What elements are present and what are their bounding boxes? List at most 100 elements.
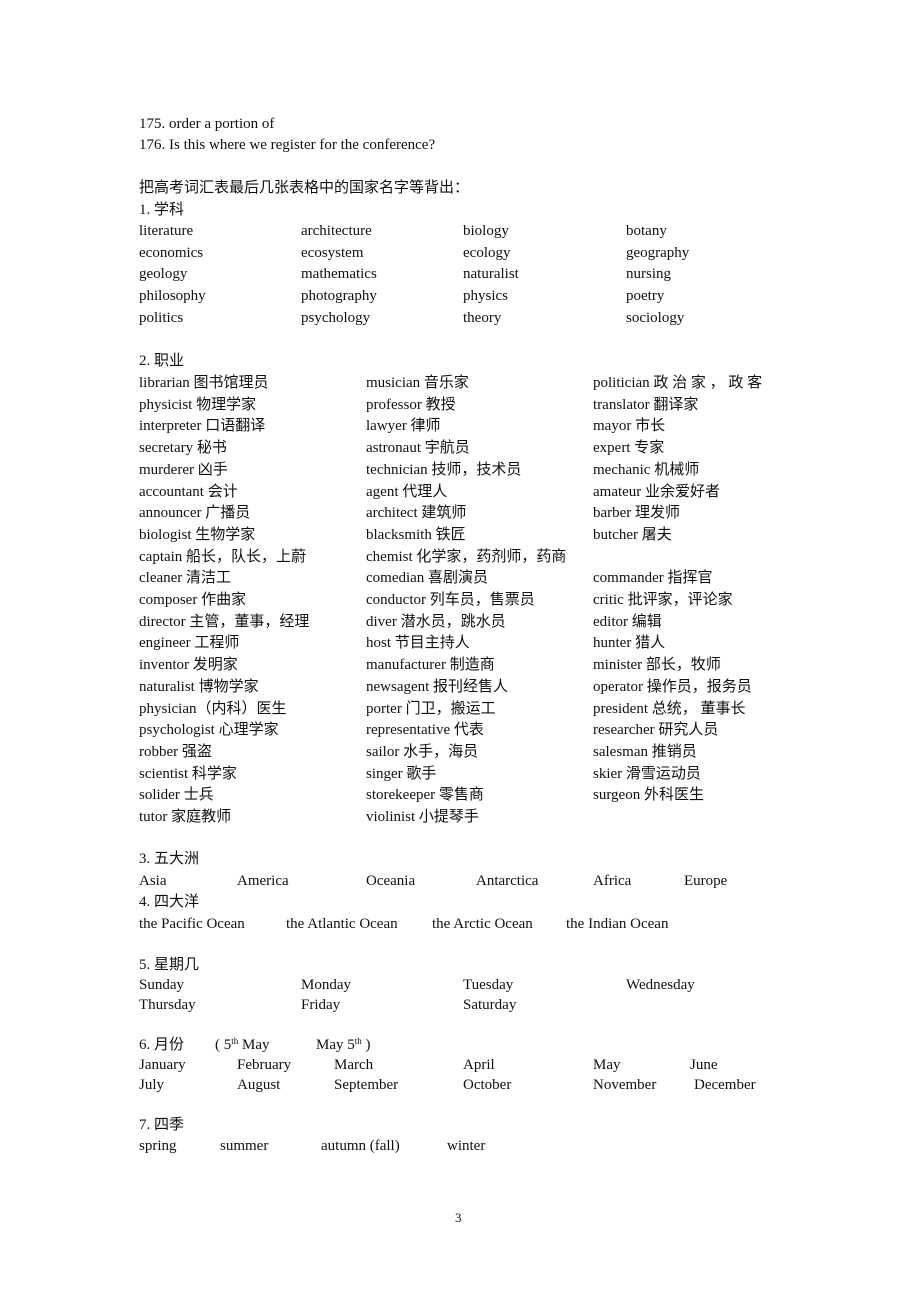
month-name: July	[139, 1077, 165, 1093]
occupation-entry: librarian 图书馆理员	[139, 375, 269, 391]
continent-name: Oceania	[366, 873, 416, 889]
subject-word: biology	[463, 223, 509, 239]
occupation-entry: engineer 工程师	[139, 635, 240, 652]
subject-word: politics	[139, 309, 184, 326]
item-176: 176. Is this where we register for the c…	[139, 137, 436, 153]
occupation-entry: porter 门卫，搬运工	[366, 700, 496, 717]
subject-word: literature	[139, 223, 194, 239]
occupation-entry: politician 政 治 家 ， 政 客	[593, 375, 763, 391]
section-heading-occupations: 2. 职业	[139, 353, 185, 369]
month-name: January	[139, 1057, 186, 1073]
weekday-name: Friday	[301, 997, 341, 1013]
date-format-note-2: May 5th )	[316, 1036, 371, 1054]
weekday-name: Thursday	[139, 997, 196, 1013]
occupation-entry: manufacturer 制造商	[366, 657, 495, 674]
subject-word: physics	[463, 288, 508, 305]
occupation-entry: conductor 列车员，售票员	[366, 592, 535, 608]
occupation-entry: secretary 秘书	[139, 440, 227, 457]
month-name: November	[593, 1077, 657, 1093]
occupation-entry: inventor 发明家	[139, 657, 238, 674]
occupation-entry: announcer 广播员	[139, 505, 251, 522]
occupation-entry: critic 批评家，评论家	[593, 592, 733, 608]
month-name: October	[463, 1077, 512, 1093]
subject-word: nursing	[626, 266, 671, 283]
subject-word: geology	[139, 266, 188, 283]
ocean-name: the Pacific Ocean	[139, 916, 245, 932]
month-name: April	[463, 1057, 495, 1073]
section-heading-weekdays: 5. 星期几	[139, 957, 200, 973]
subject-word: geography	[626, 244, 690, 261]
occupation-entry: diver 潜水员，跳水员	[366, 613, 506, 630]
season-name: summer	[220, 1138, 269, 1154]
occupation-entry: president 总统， 董事长	[593, 700, 746, 717]
continent-name: America	[237, 873, 289, 889]
subject-word: psychology	[301, 309, 371, 326]
occupation-entry: mechanic 机械师	[593, 461, 700, 478]
occupation-entry: storekeeper 零售商	[366, 787, 484, 804]
ocean-name: the Atlantic Ocean	[286, 916, 398, 932]
subject-word: poetry	[626, 288, 665, 305]
occupation-entry: cleaner 清洁工	[139, 570, 232, 587]
continent-name: Europe	[684, 873, 728, 889]
occupation-entry: technician 技师，技术员	[366, 461, 522, 478]
occupation-entry: tutor 家庭教师	[139, 809, 232, 825]
season-name: spring	[139, 1138, 177, 1154]
month-name: March	[334, 1057, 374, 1073]
instruction-text: 把高考词汇表最后几张表格中的国家名字等背出：	[139, 180, 470, 196]
occupation-entry: agent 代理人	[366, 483, 448, 500]
occupation-entry: architect 建筑师	[366, 505, 467, 522]
subject-word: architecture	[301, 223, 372, 239]
season-name: autumn (fall)	[321, 1138, 400, 1154]
occupation-entry: robber 强盗	[139, 743, 212, 760]
occupation-entry: blacksmith 铁匠	[366, 526, 466, 543]
occupation-entry: composer 作曲家	[139, 592, 247, 608]
occupation-entry: lawyer 律师	[366, 418, 441, 435]
subject-word: ecosystem	[301, 244, 364, 261]
occupation-entry: operator 操作员，报务员	[593, 678, 752, 695]
weekday-name: Sunday	[139, 977, 184, 993]
occupation-entry: scientist 科学家	[139, 765, 237, 782]
subject-word: mathematics	[301, 266, 377, 283]
page-number: 3	[455, 1210, 462, 1225]
occupation-entry: translator 翻译家	[593, 396, 699, 413]
occupation-entry: representative 代表	[366, 722, 484, 739]
occupation-entry: musician 音乐家	[366, 375, 469, 391]
occupation-entry: host 节目主持人	[366, 635, 470, 652]
month-name: June	[690, 1057, 718, 1073]
occupation-entry: hunter 猎人	[593, 635, 666, 652]
section-heading-months: 6. 月份	[139, 1037, 185, 1053]
subject-word: botany	[626, 223, 667, 239]
occupation-entry: director 主管，董事，经理	[139, 613, 310, 630]
occupation-entry: butcher 屠夫	[593, 526, 672, 543]
ocean-name: the Indian Ocean	[566, 916, 669, 932]
date-format-note-1: ( 5th May	[215, 1036, 270, 1054]
occupation-entry: astronaut 宇航员	[366, 440, 470, 457]
subject-word: naturalist	[463, 266, 519, 283]
section-heading-oceans: 4. 四大洋	[139, 894, 200, 910]
ocean-name: the Arctic Ocean	[432, 916, 533, 932]
occupation-entry: physicist 物理学家	[139, 396, 257, 413]
occupation-entry: skier 滑雪运动员	[593, 765, 701, 782]
occupation-entry: interpreter 口语翻译	[139, 418, 266, 435]
weekday-name: Tuesday	[463, 977, 514, 993]
occupation-entry: amateur 业余爱好者	[593, 483, 721, 500]
subject-word: philosophy	[139, 288, 206, 305]
occupation-entry: mayor 市长	[593, 418, 666, 435]
continent-name: Asia	[139, 873, 167, 889]
section-heading-seasons: 7. 四季	[139, 1117, 185, 1133]
weekday-name: Wednesday	[626, 977, 695, 993]
occupation-entry: expert 专家	[593, 440, 665, 457]
occupation-entry: editor 编辑	[593, 613, 662, 630]
month-name: August	[237, 1077, 281, 1093]
continent-name: Antarctica	[476, 873, 539, 889]
occupation-entry: comedian 喜剧演员	[366, 570, 489, 587]
month-name: September	[334, 1077, 399, 1093]
occupation-entry: newsagent 报刊经售人	[366, 678, 509, 695]
occupation-entry: biologist 生物学家	[139, 526, 256, 543]
item-175: 175. order a portion of	[139, 116, 275, 132]
weekday-name: Monday	[301, 977, 351, 993]
section-heading-subjects: 1. 学科	[139, 202, 185, 218]
occupation-entry: accountant 会计	[139, 483, 238, 500]
section-heading-continents: 3. 五大洲	[139, 851, 200, 867]
occupation-entry: naturalist 博物学家	[139, 678, 259, 695]
